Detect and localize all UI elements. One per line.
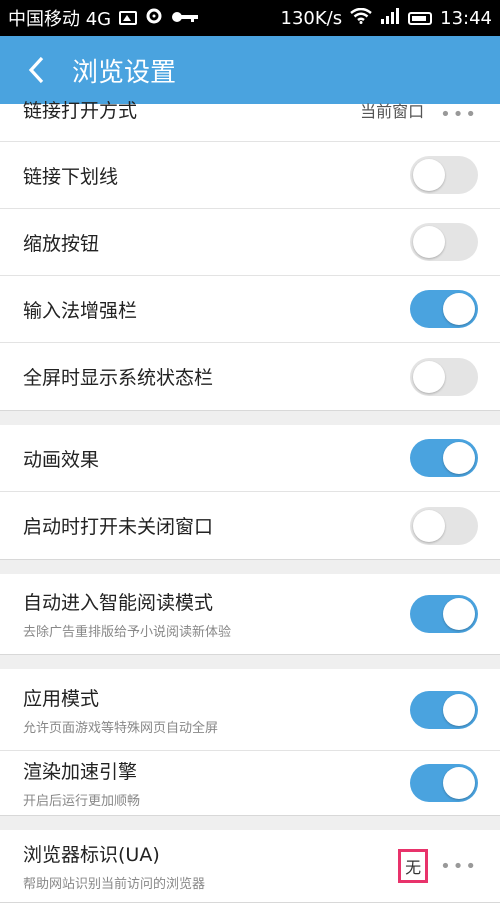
toggle-knob — [443, 442, 475, 474]
toggle-switch[interactable] — [410, 595, 478, 633]
setting-label: 全屏时显示系统状态栏 — [23, 367, 214, 389]
toggle-switch[interactable] — [410, 764, 478, 802]
clock: 13:44 — [440, 7, 492, 29]
more-dots-icon[interactable]: ••• — [440, 104, 478, 125]
setting-animation[interactable]: 动画效果 — [0, 425, 500, 492]
settings-list: 链接打开方式 当前窗口 ••• 链接下划线 缩放按钮 输入法增强栏 全屏时显示系… — [0, 100, 500, 903]
carrier-text: 中国移动 4G — [8, 9, 112, 30]
setting-description: 帮助网站识别当前访问的浏览器 — [23, 877, 206, 892]
setting-label: 链接下划线 — [23, 165, 119, 188]
battery-icon — [408, 11, 433, 25]
toggle-knob — [413, 226, 445, 258]
setting-ime-enhance-bar[interactable]: 输入法增强栏 — [0, 276, 500, 343]
toggle-knob — [413, 159, 445, 191]
setting-label: 浏览器标识(UA) — [23, 844, 160, 866]
page-title: 浏览设置 — [72, 57, 177, 88]
key-icon — [171, 8, 199, 29]
image-notification-icon — [119, 11, 138, 25]
setting-label: 渲染加速引擎 — [23, 761, 138, 783]
settings-notification-icon — [145, 7, 163, 30]
back-button[interactable] — [0, 55, 72, 85]
settings-group-mode: 应用模式 允许页面游戏等特殊网页自动全屏 渲染加速引擎 开启后运行更加顺畅 — [0, 669, 500, 816]
chevron-left-icon — [28, 56, 44, 84]
setting-label: 动画效果 — [23, 448, 100, 471]
settings-group-reading: 自动进入智能阅读模式 去除广告重排版给予小说阅读新体验 — [0, 574, 500, 655]
setting-description: 去除广告重排版给予小说阅读新体验 — [23, 625, 232, 640]
setting-render-accel[interactable]: 渲染加速引擎 开启后运行更加顺畅 — [0, 751, 500, 815]
setting-restore-windows[interactable]: 启动时打开未关闭窗口 — [0, 492, 500, 559]
setting-label: 应用模式 — [23, 687, 100, 710]
app-bar: 浏览设置 — [0, 36, 500, 104]
signal-icon — [380, 7, 400, 29]
setting-label: 链接打开方式 — [23, 100, 138, 122]
toggle-knob — [443, 598, 475, 630]
network-speed: 130K/s — [280, 7, 343, 29]
toggle-switch[interactable] — [410, 506, 478, 545]
toggle-switch[interactable] — [410, 690, 478, 729]
settings-group-animation: 动画效果 启动时打开未关闭窗口 — [0, 425, 500, 560]
toggle-knob — [413, 509, 445, 542]
toggle-switch[interactable] — [410, 357, 478, 396]
setting-value: 无 — [398, 849, 429, 883]
setting-description: 允许页面游戏等特殊网页自动全屏 — [23, 720, 219, 736]
setting-label: 缩放按钮 — [23, 232, 100, 255]
wifi-icon — [350, 7, 372, 29]
settings-group-ua: 浏览器标识(UA) 帮助网站识别当前访问的浏览器 无 ••• — [0, 830, 500, 903]
section-divider — [0, 560, 500, 574]
section-divider — [0, 411, 500, 425]
toggle-knob — [443, 293, 475, 325]
setting-zoom-buttons[interactable]: 缩放按钮 — [0, 209, 500, 276]
section-divider — [0, 655, 500, 669]
toggle-switch[interactable] — [410, 156, 478, 194]
setting-link-underline[interactable]: 链接下划线 — [0, 142, 500, 209]
toggle-knob — [413, 360, 445, 393]
setting-link-open-mode[interactable]: 链接打开方式 当前窗口 ••• — [0, 100, 500, 142]
toggle-knob — [443, 767, 475, 799]
toggle-knob — [443, 693, 475, 726]
section-divider — [0, 816, 500, 830]
setting-smart-reading[interactable]: 自动进入智能阅读模式 去除广告重排版给予小说阅读新体验 — [0, 574, 500, 654]
status-bar: 中国移动 4G 130K/s 13:44 — [0, 0, 500, 36]
setting-description: 开启后运行更加顺畅 — [23, 794, 141, 809]
setting-label: 启动时打开未关闭窗口 — [23, 516, 214, 538]
setting-label: 自动进入智能阅读模式 — [23, 592, 214, 614]
toggle-switch[interactable] — [410, 223, 478, 261]
setting-value: 当前窗口 — [360, 102, 425, 121]
toggle-switch[interactable] — [410, 290, 478, 328]
setting-user-agent[interactable]: 浏览器标识(UA) 帮助网站识别当前访问的浏览器 无 ••• — [0, 830, 500, 902]
settings-group-basic: 链接打开方式 当前窗口 ••• 链接下划线 缩放按钮 输入法增强栏 全屏时显示系… — [0, 100, 500, 411]
setting-fullscreen-status-bar[interactable]: 全屏时显示系统状态栏 — [0, 343, 500, 410]
setting-label: 输入法增强栏 — [23, 299, 138, 322]
setting-app-mode[interactable]: 应用模式 允许页面游戏等特殊网页自动全屏 — [0, 669, 500, 751]
toggle-switch[interactable] — [410, 439, 478, 477]
more-dots-icon[interactable]: ••• — [440, 856, 478, 877]
